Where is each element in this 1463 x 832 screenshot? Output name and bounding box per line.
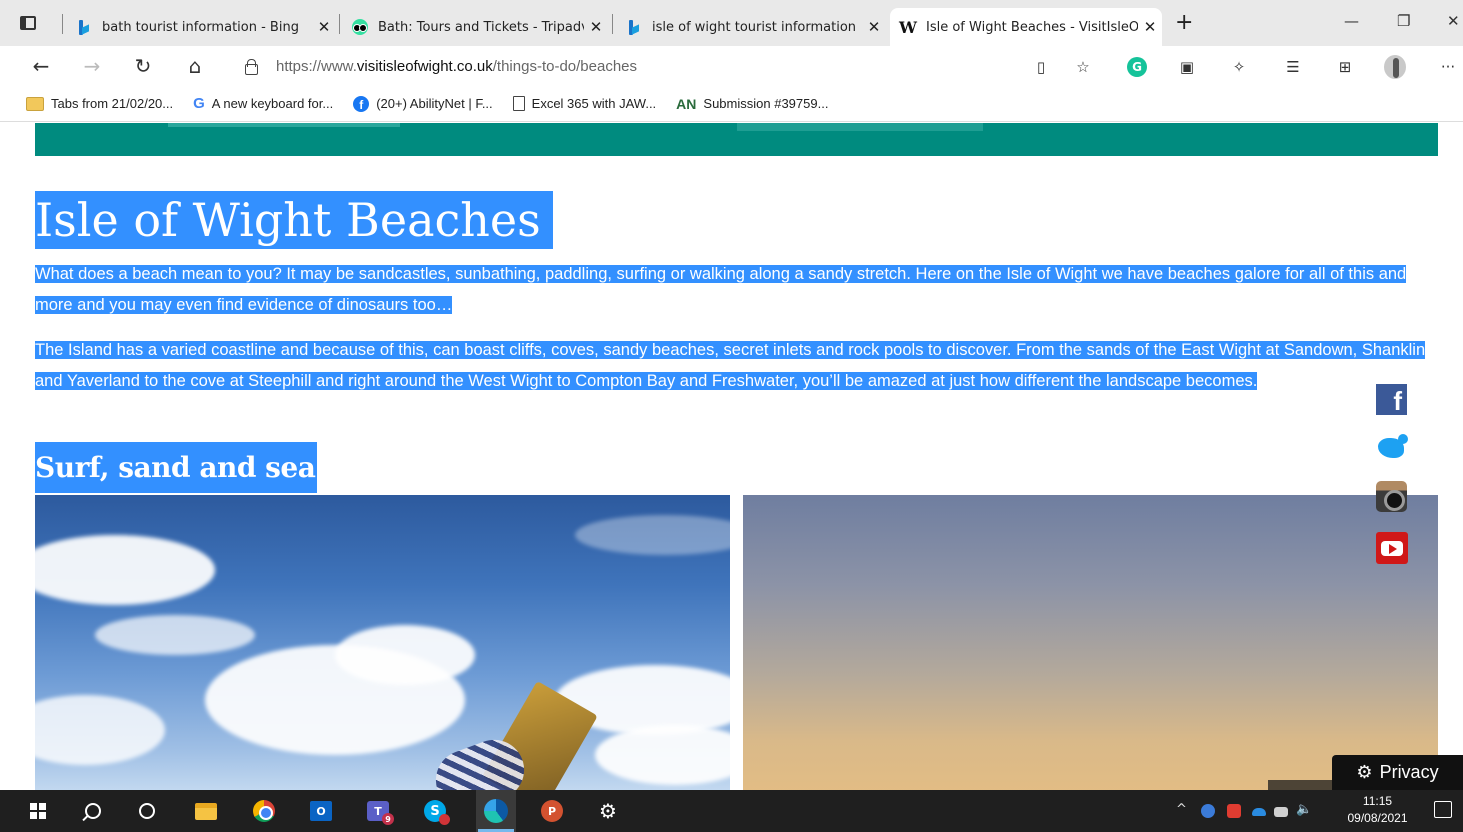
cortana-icon (139, 803, 155, 819)
close-tab-icon[interactable]: ✕ (1138, 18, 1162, 36)
extensions-icon[interactable]: ✧ (1228, 56, 1250, 78)
google-icon: G (193, 95, 205, 112)
skype-icon: S (424, 800, 450, 825)
tab-bath-tripadvisor[interactable]: Bath: Tours and Tickets - Tripadvi ✕ (342, 8, 608, 46)
immersive-reader-icon[interactable]: ▯ (1030, 56, 1052, 78)
header-button[interactable] (737, 123, 983, 131)
url-text: https://www.visitisleofwight.co.uk/thing… (276, 57, 638, 75)
clock[interactable]: 11:15 09/08/2021 (1340, 793, 1415, 827)
close-window-button[interactable]: ✕ (1447, 12, 1460, 30)
site-header-band (35, 123, 1438, 156)
tab-iow-bing[interactable]: isle of wight tourist information ✕ (616, 8, 886, 46)
gear-icon: ⚙ (1356, 762, 1373, 782)
file-explorer-button[interactable] (191, 796, 221, 826)
beach-kite-photo[interactable] (35, 495, 730, 790)
powerpoint-icon: P (541, 800, 563, 822)
forward-button[interactable]: → (80, 54, 104, 78)
teams-icon: T9 (367, 801, 394, 825)
show-hidden-icons[interactable]: ^ (1176, 802, 1187, 817)
tab-title: bath tourist information - Bing (102, 19, 299, 35)
settings-button[interactable]: ⚙ (593, 796, 623, 826)
tray-app-icon[interactable] (1201, 804, 1215, 818)
refresh-button[interactable]: ↻ (131, 54, 155, 78)
onedrive-icon[interactable] (1252, 808, 1266, 816)
start-button[interactable] (23, 796, 53, 826)
twitter-share-icon[interactable] (1375, 430, 1408, 463)
body-paragraph: The Island has a varied coastline and be… (35, 341, 1426, 390)
settings-gear-icon: ⚙ (599, 799, 617, 823)
page-icon (512, 96, 525, 111)
windows-taskbar: O T9 S P ⚙ ^ 🔈 11:15 09/08/2021 (0, 790, 1463, 832)
battery-icon[interactable] (1274, 807, 1288, 817)
grammarly-icon[interactable]: G (1126, 56, 1148, 78)
close-tab-icon[interactable]: ✕ (312, 18, 336, 36)
facebook-share-icon[interactable]: f (1375, 383, 1408, 416)
fav-excel-jaws[interactable]: Excel 365 with JAW... (512, 96, 656, 111)
outlook-button[interactable]: O (306, 796, 336, 826)
tab-separator (612, 14, 613, 34)
tab-separator (62, 14, 63, 34)
tab-separator (339, 14, 340, 34)
fav-keyboard[interactable]: G A new keyboard for... (193, 95, 333, 112)
search-icon (85, 803, 101, 819)
chrome-icon (253, 800, 275, 822)
fav-submission[interactable]: AN Submission #39759... (676, 96, 828, 112)
tab-iow-beaches[interactable]: W Isle of Wight Beaches - VisitIsleO ✕ (890, 8, 1162, 46)
collections-icon[interactable]: ⊞ (1334, 56, 1356, 78)
skype-button[interactable]: S (420, 796, 450, 826)
facebook-icon: f (353, 95, 370, 112)
teams-button[interactable]: T9 (363, 796, 394, 826)
close-tab-icon[interactable]: ✕ (862, 18, 886, 36)
tab-title: Bath: Tours and Tickets - Tripadvi (378, 19, 584, 35)
header-search-box[interactable] (168, 123, 400, 127)
folder-icon (195, 802, 217, 820)
fav-abilitynet-facebook[interactable]: f (20+) AbilityNet | F... (353, 95, 493, 112)
abilitynet-icon: AN (676, 95, 697, 112)
profile-avatar[interactable] (1384, 55, 1406, 79)
acrobat-tray-icon[interactable] (1227, 804, 1241, 818)
home-button[interactable]: ⌂ (183, 54, 207, 78)
close-tab-icon[interactable]: ✕ (584, 18, 608, 36)
add-favorite-icon[interactable]: ☆ (1072, 56, 1094, 78)
fav-tabs-folder[interactable]: Tabs from 21/02/20... (26, 96, 173, 111)
outlook-icon: O (310, 801, 332, 821)
lock-icon[interactable] (244, 59, 258, 75)
tab-bath-bing[interactable]: bath tourist information - Bing ✕ (66, 8, 336, 46)
tab-strip: bath tourist information - Bing ✕ Bath: … (0, 0, 1463, 46)
privacy-button[interactable]: ⚙ Privacy (1332, 755, 1463, 790)
page-title: Isle of Wight Beaches (35, 191, 553, 249)
edge-button[interactable] (476, 790, 516, 832)
tab-title: isle of wight tourist information (652, 19, 857, 35)
settings-more-icon[interactable]: ··· (1437, 56, 1459, 78)
minimize-button[interactable]: — (1344, 12, 1359, 30)
section-heading: Surf, sand and sea (35, 442, 318, 493)
address-bar[interactable]: https://www.visitisleofwight.co.uk/thing… (230, 50, 1110, 82)
intro-paragraph: What does a beach mean to you? It may be… (35, 265, 1407, 314)
tripadvisor-icon (352, 19, 368, 35)
restore-button[interactable]: ❐ (1397, 12, 1410, 30)
favorites-icon[interactable]: ☰ (1282, 56, 1304, 78)
bing-icon (626, 19, 642, 35)
beach-sunset-photo[interactable] (743, 495, 1438, 790)
notifications-icon[interactable] (1434, 801, 1452, 818)
chrome-button[interactable] (249, 796, 279, 826)
tab-title: Isle of Wight Beaches - VisitIsleO (926, 19, 1138, 35)
volume-icon[interactable]: 🔈 (1296, 802, 1312, 817)
instagram-share-icon[interactable] (1375, 480, 1408, 513)
extension-icon[interactable]: ▣ (1176, 56, 1198, 78)
edge-icon (484, 799, 508, 823)
back-button[interactable]: ← (29, 54, 53, 78)
page-viewport: Isle of Wight Beaches What does a beach … (0, 123, 1463, 790)
bing-icon (76, 19, 92, 35)
cortana-button[interactable] (132, 796, 162, 826)
powerpoint-button[interactable]: P (537, 796, 567, 826)
visitisleofwight-icon: W (899, 17, 917, 37)
folder-icon (26, 96, 44, 111)
new-tab-button[interactable]: + (1175, 12, 1193, 34)
youtube-share-icon[interactable] (1375, 531, 1408, 564)
search-button[interactable] (78, 796, 108, 826)
tab-actions-icon[interactable] (18, 13, 38, 33)
windows-icon (30, 803, 46, 819)
favourites-bar: Tabs from 21/02/20... G A new keyboard f… (0, 86, 1463, 122)
